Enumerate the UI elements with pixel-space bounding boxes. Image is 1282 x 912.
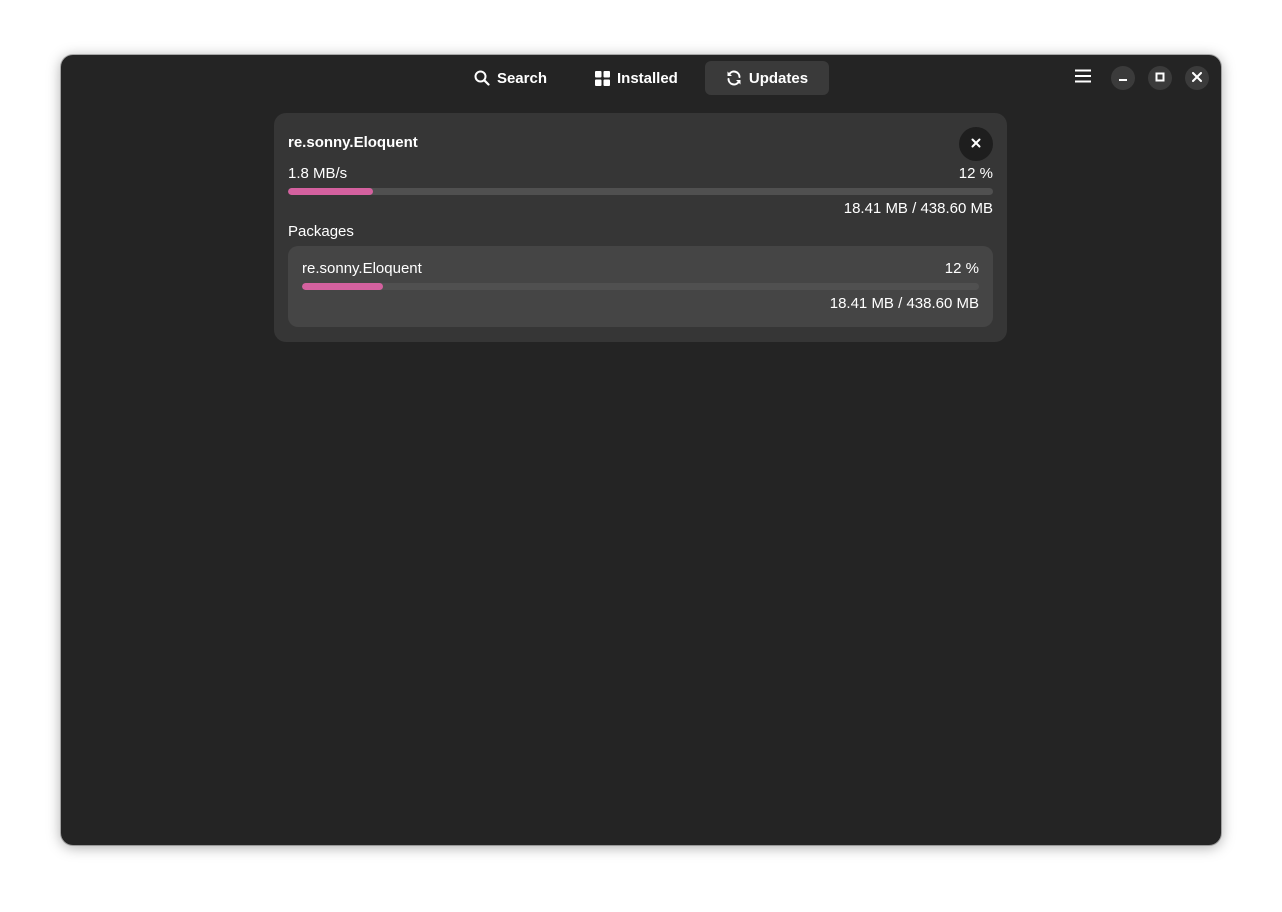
download-progress-bar [288, 188, 993, 195]
tab-updates-label: Updates [748, 69, 809, 87]
download-progress-card: re.sonny.Eloquent 1.8 MB/s 12 % 18.41 MB… [274, 113, 1007, 342]
cancel-download-button[interactable] [959, 127, 993, 161]
package-name: re.sonny.Eloquent [302, 260, 422, 277]
refresh-icon [726, 70, 742, 86]
maximize-icon [1155, 69, 1165, 87]
tab-updates[interactable]: Updates [704, 61, 830, 95]
tab-search-label: Search [496, 69, 547, 87]
minimize-icon [1118, 69, 1128, 87]
download-progress-fill [288, 188, 373, 195]
package-percent: 12 % [944, 260, 979, 277]
tab-installed-label: Installed [617, 69, 678, 87]
window-close-button[interactable] [1185, 66, 1209, 90]
packages-heading: Packages [288, 223, 354, 240]
minimize-button[interactable] [1111, 66, 1135, 90]
package-list: re.sonny.Eloquent 12 % 18.41 MB / 438.60… [288, 246, 993, 327]
package-progress-fill [302, 283, 384, 290]
main-menu-button[interactable] [1070, 65, 1096, 91]
grid-icon [595, 70, 610, 86]
search-icon [474, 70, 490, 86]
download-title: re.sonny.Eloquent [288, 134, 418, 151]
tab-search[interactable]: Search [453, 61, 568, 95]
view-switcher: Search Installed Updates [61, 61, 1221, 95]
tab-installed[interactable]: Installed [574, 61, 699, 95]
app-window: Search Installed Updates re.sonny.Eloque… [61, 55, 1221, 845]
download-speed: 1.8 MB/s [288, 165, 348, 182]
download-size: 18.41 MB / 438.60 MB [843, 200, 993, 217]
download-percent: 12 % [958, 165, 993, 182]
package-progress-bar [302, 283, 979, 290]
close-icon [1192, 69, 1202, 87]
maximize-button[interactable] [1148, 66, 1172, 90]
close-icon [971, 135, 981, 153]
header-bar: Search Installed Updates [61, 55, 1221, 101]
hamburger-menu-icon [1075, 69, 1091, 88]
package-size: 18.41 MB / 438.60 MB [829, 295, 979, 312]
